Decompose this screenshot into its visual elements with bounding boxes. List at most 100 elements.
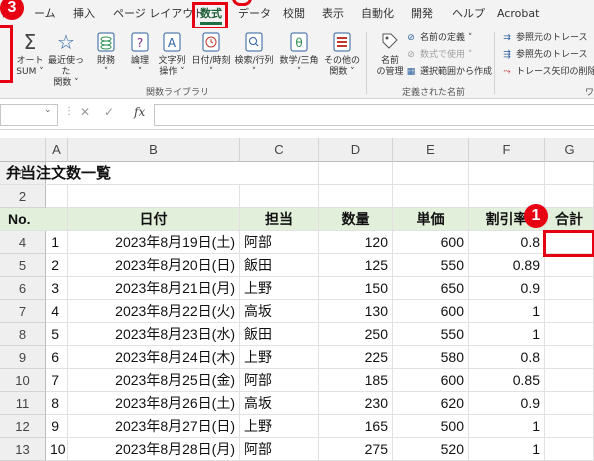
cell-no[interactable]: 7	[46, 369, 68, 392]
cell-quantity[interactable]: 125	[319, 254, 393, 277]
cell[interactable]	[393, 162, 469, 185]
cell-date[interactable]: 2023年8月23日(水)	[68, 323, 240, 346]
header-quantity[interactable]: 数量	[319, 208, 393, 231]
header-total[interactable]: 合計	[545, 208, 594, 231]
autosum-button[interactable]: Σ オート SUM ˅	[10, 30, 50, 82]
cell-total[interactable]	[545, 369, 594, 392]
cell-unit-price[interactable]: 600	[393, 369, 469, 392]
cell-quantity[interactable]: 230	[319, 392, 393, 415]
lookup-reference-button[interactable]: 検索/行列 ˅	[234, 30, 274, 82]
cell-quantity[interactable]: 165	[319, 415, 393, 438]
insert-function-icon[interactable]: fx	[134, 105, 145, 119]
header-no[interactable]: No.	[0, 208, 68, 231]
cell-staff[interactable]: 飯田	[240, 323, 319, 346]
enter-check-icon[interactable]: ✓	[104, 105, 114, 119]
column-header-c[interactable]: C	[240, 138, 319, 162]
cell-date[interactable]: 2023年8月24日(木)	[68, 346, 240, 369]
tab-automate[interactable]: 自動化	[361, 0, 394, 28]
remove-arrows-button[interactable]: ⤳ トレース矢印の削除	[500, 64, 594, 80]
cell-no[interactable]: 5	[46, 323, 68, 346]
cell-date[interactable]: 2023年8月21日(月)	[68, 277, 240, 300]
use-in-formula-button[interactable]: ⊘ 数式で使用 ˅	[404, 47, 472, 63]
cell-unit-price[interactable]: 600	[393, 300, 469, 323]
tab-home[interactable]: ーム	[34, 0, 56, 28]
cell-date[interactable]: 2023年8月22日(火)	[68, 300, 240, 323]
cell-date[interactable]: 2023年8月19日(土)	[68, 231, 240, 254]
row-header[interactable]: 4	[0, 231, 46, 254]
define-name-button[interactable]: ⊘ 名前の定義 ˅	[404, 30, 472, 46]
date-time-button[interactable]: 日付/時刻 ˅	[191, 30, 231, 82]
column-header-e[interactable]: E	[393, 138, 469, 162]
cell-staff[interactable]: 阿部	[240, 369, 319, 392]
cell-unit-price[interactable]: 650	[393, 277, 469, 300]
column-header-b[interactable]: B	[68, 138, 240, 162]
tab-view[interactable]: 表示	[322, 0, 344, 28]
recent-functions-button[interactable]: ☆ 最近使った 関数 ˅	[46, 30, 86, 88]
worksheet-grid[interactable]: A B C D E F G 1 弁当注文数一覧 2 3 No. 日付 担当 数量…	[0, 138, 594, 461]
cell-staff[interactable]: 阿部	[240, 231, 319, 254]
cell-total[interactable]	[545, 438, 594, 461]
cell-no[interactable]: 8	[46, 392, 68, 415]
row-header[interactable]: 11	[0, 392, 46, 415]
column-header-d[interactable]: D	[319, 138, 393, 162]
math-trig-button[interactable]: θ 数学/三角 ˅	[279, 30, 319, 82]
tab-acrobat[interactable]: Acrobat	[497, 0, 539, 28]
cell-discount-rate[interactable]: 1	[469, 438, 545, 461]
cell-discount-rate[interactable]: 0.85	[469, 369, 545, 392]
cell[interactable]	[319, 162, 393, 185]
cell-discount-rate[interactable]: 0.8	[469, 231, 545, 254]
cell[interactable]	[545, 185, 594, 208]
cell-no[interactable]: 3	[46, 277, 68, 300]
cell-no[interactable]: 6	[46, 346, 68, 369]
cell-quantity[interactable]: 130	[319, 300, 393, 323]
cell-total[interactable]	[545, 346, 594, 369]
cell[interactable]	[545, 162, 594, 185]
cell-quantity[interactable]: 225	[319, 346, 393, 369]
more-functions-button[interactable]: その他の 関数 ˅	[322, 30, 362, 82]
sheet-title[interactable]: 弁当注文数一覧	[0, 162, 240, 185]
cell-unit-price[interactable]: 550	[393, 323, 469, 346]
row-header[interactable]: 13	[0, 438, 46, 461]
cell-unit-price[interactable]: 500	[393, 415, 469, 438]
cell-discount-rate[interactable]: 0.8	[469, 346, 545, 369]
cell-total[interactable]	[545, 254, 594, 277]
cell-unit-price[interactable]: 600	[393, 231, 469, 254]
cell-quantity[interactable]: 120	[319, 231, 393, 254]
row-header[interactable]: 10	[0, 369, 46, 392]
header-staff[interactable]: 担当	[240, 208, 319, 231]
row-header[interactable]: 9	[0, 346, 46, 369]
cell-date[interactable]: 2023年8月25日(金)	[68, 369, 240, 392]
cell[interactable]	[46, 185, 68, 208]
cell-quantity[interactable]: 250	[319, 323, 393, 346]
row-header[interactable]: 8	[0, 323, 46, 346]
select-all-corner[interactable]	[0, 138, 46, 162]
cell-no[interactable]: 10	[46, 438, 68, 461]
cell-total[interactable]	[545, 277, 594, 300]
header-unit-price[interactable]: 単価	[393, 208, 469, 231]
row-header[interactable]: 6	[0, 277, 46, 300]
cell-date[interactable]: 2023年8月20日(日)	[68, 254, 240, 277]
cell-unit-price[interactable]: 620	[393, 392, 469, 415]
cell-date[interactable]: 2023年8月27日(日)	[68, 415, 240, 438]
cell-date[interactable]: 2023年8月26日(土)	[68, 392, 240, 415]
cell-discount-rate[interactable]: 1	[469, 323, 545, 346]
cell-discount-rate[interactable]: 1	[469, 300, 545, 323]
cell-discount-rate[interactable]: 0.89	[469, 254, 545, 277]
header-date[interactable]: 日付	[68, 208, 240, 231]
cell[interactable]	[240, 185, 319, 208]
row-header[interactable]: 12	[0, 415, 46, 438]
row-header[interactable]: 2	[0, 185, 46, 208]
cell-quantity[interactable]: 150	[319, 277, 393, 300]
cell-quantity[interactable]: 275	[319, 438, 393, 461]
cell[interactable]	[393, 185, 469, 208]
cell-discount-rate[interactable]: 0.9	[469, 392, 545, 415]
create-from-selection-button[interactable]: ▦ 選択範囲から作成	[404, 64, 492, 80]
cell[interactable]	[240, 162, 319, 185]
cell-staff[interactable]: 上野	[240, 277, 319, 300]
column-header-f[interactable]: F	[469, 138, 545, 162]
column-header-a[interactable]: A	[46, 138, 68, 162]
cell-no[interactable]: 4	[46, 300, 68, 323]
cell-total[interactable]	[545, 300, 594, 323]
cell-no[interactable]: 9	[46, 415, 68, 438]
column-header-g[interactable]: G	[545, 138, 594, 162]
